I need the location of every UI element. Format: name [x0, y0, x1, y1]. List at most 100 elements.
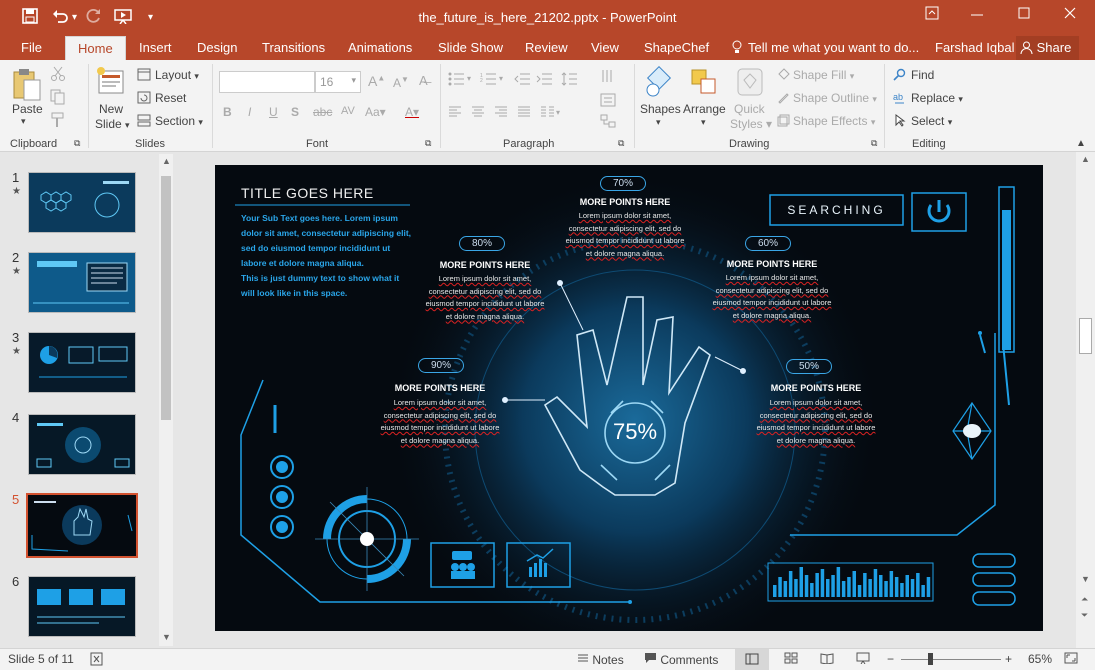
tab-insert[interactable]: Insert: [139, 40, 172, 55]
scroll-thumb[interactable]: [161, 176, 171, 420]
font-size-combobox[interactable]: 16 ▾: [315, 71, 361, 93]
minimize-icon[interactable]: [970, 6, 984, 23]
point-title[interactable]: MORE POINTS HERE: [702, 259, 842, 269]
shapes-label[interactable]: Shapes: [640, 102, 681, 116]
center-percentage[interactable]: 75%: [605, 419, 665, 445]
scroll-up-icon[interactable]: ▲: [162, 156, 171, 166]
fit-to-window-icon[interactable]: [1064, 652, 1078, 667]
slide-thumbnail-3[interactable]: [28, 332, 136, 393]
tab-slide-show[interactable]: Slide Show: [438, 40, 503, 55]
slide-thumbnail-5[interactable]: [26, 493, 138, 558]
zoom-in-icon[interactable]: +: [1005, 652, 1012, 666]
shapes-icon[interactable]: [643, 65, 675, 101]
zoom-out-icon[interactable]: −: [887, 652, 894, 666]
point-title[interactable]: MORE POINTS HERE: [415, 260, 555, 270]
new-slide-icon[interactable]: [96, 66, 126, 101]
svg-text:2: 2: [480, 78, 483, 84]
slide-thumbnail-1[interactable]: [28, 172, 136, 233]
drawing-dialog-launcher-icon[interactable]: ⧉: [871, 138, 877, 149]
equalizer-bar: [894, 577, 899, 597]
layout-button[interactable]: Layout ▾: [155, 68, 199, 82]
close-icon[interactable]: [1063, 6, 1077, 23]
slide-subtext[interactable]: Your Sub Text goes here. Lorem ipsum dol…: [241, 211, 411, 301]
percentage-pill[interactable]: 90%: [418, 358, 464, 373]
tell-me-search[interactable]: Tell me what you want to do...: [748, 40, 919, 55]
new-slide-label-2[interactable]: Slide ▾: [95, 117, 130, 131]
arrange-icon[interactable]: [689, 66, 719, 101]
paste-icon[interactable]: [12, 66, 42, 105]
percentage-pill[interactable]: 60%: [745, 236, 791, 251]
point-body-line: Lorem ipsum dolor sit amet,: [725, 273, 819, 282]
clipboard-dialog-launcher-icon[interactable]: ⧉: [74, 138, 80, 149]
point-title[interactable]: MORE POINTS HERE: [555, 197, 695, 207]
equalizer-bar: [863, 573, 867, 597]
paragraph-dialog-launcher-icon[interactable]: ⧉: [618, 138, 624, 149]
zoom-slider[interactable]: [901, 659, 1001, 660]
arrange-label[interactable]: Arrange: [683, 102, 726, 116]
percentage-pill[interactable]: 50%: [786, 359, 832, 374]
percentage-pill[interactable]: 80%: [459, 236, 505, 251]
point-title[interactable]: MORE POINTS HERE: [370, 383, 510, 393]
zoom-slider-thumb[interactable]: [928, 653, 933, 665]
comments-button[interactable]: Comments: [644, 652, 718, 667]
collapse-ribbon-icon[interactable]: ▲: [1076, 138, 1086, 149]
slide-sorter-icon[interactable]: [784, 652, 798, 667]
equalizer-bar: [910, 579, 915, 597]
point-body-line: Lorem ipsum dolor sit amet,: [438, 274, 532, 283]
tab-animations[interactable]: Animations: [348, 40, 412, 55]
slide-canvas[interactable]: TITLE GOES HERE Your Sub Text goes here.…: [215, 165, 1043, 631]
section-button[interactable]: Section ▾: [155, 114, 203, 128]
tab-transitions[interactable]: Transitions: [262, 40, 325, 55]
thumbnail-scrollbar[interactable]: ▲ ▼: [159, 154, 173, 646]
slide-thumbnail-6[interactable]: [28, 576, 136, 637]
point-title[interactable]: MORE POINTS HERE: [746, 383, 886, 393]
reading-view-icon[interactable]: [820, 652, 834, 667]
ribbon-display-options-icon[interactable]: [925, 6, 939, 23]
slide-thumbnail-2[interactable]: [28, 252, 136, 313]
scroll-thumb[interactable]: [1079, 318, 1092, 354]
shapes-dropdown-icon[interactable]: ▾: [656, 117, 661, 128]
normal-view-button[interactable]: [735, 649, 769, 670]
point-body[interactable]: Lorem ipsum dolor sit amet, consectetur …: [555, 210, 695, 260]
previous-slide-icon[interactable]: ⏶: [1081, 594, 1088, 605]
tab-design[interactable]: Design: [197, 40, 237, 55]
find-button[interactable]: Find: [911, 68, 934, 82]
arrange-dropdown-icon[interactable]: ▾: [701, 117, 706, 128]
point-body-line: et dolore magna aliqua.: [776, 435, 856, 445]
percentage-pill[interactable]: 70%: [600, 176, 646, 191]
slide-scrollbar[interactable]: ▲ ▼ ⏶ ⏷: [1076, 152, 1095, 648]
point-body[interactable]: Lorem ipsum dolor sit amet, consectetur …: [415, 273, 555, 323]
notes-button[interactable]: Notes: [577, 652, 624, 667]
next-slide-icon[interactable]: ⏷: [1081, 610, 1088, 621]
tab-shapechef[interactable]: ShapeChef: [644, 40, 709, 55]
select-button[interactable]: Select ▾: [911, 114, 952, 128]
point-body[interactable]: Lorem ipsum dolor sit amet, consectetur …: [746, 397, 886, 447]
tab-review[interactable]: Review: [525, 40, 568, 55]
slideshow-view-icon[interactable]: [856, 652, 870, 667]
scroll-up-icon[interactable]: ▲: [1081, 154, 1090, 164]
scroll-down-icon[interactable]: ▼: [1081, 574, 1090, 584]
point-body[interactable]: Lorem ipsum dolor sit amet, consectetur …: [370, 397, 510, 447]
paste-label[interactable]: Paste: [12, 102, 43, 116]
tab-view[interactable]: View: [591, 40, 619, 55]
tab-file[interactable]: File: [21, 40, 42, 55]
maximize-icon[interactable]: [1017, 6, 1031, 23]
share-button[interactable]: Share: [1016, 36, 1080, 60]
shape-effects-label: Shape Effects: [793, 114, 868, 128]
replace-button[interactable]: Replace ▾: [911, 91, 963, 105]
slide-title[interactable]: TITLE GOES HERE: [241, 185, 374, 201]
tab-home[interactable]: Home: [65, 36, 126, 60]
scroll-down-icon[interactable]: ▼: [162, 632, 171, 642]
spell-check-icon[interactable]: [90, 652, 106, 669]
new-slide-label[interactable]: New: [99, 102, 123, 116]
searching-label[interactable]: SEARCHING: [770, 203, 903, 217]
point-body[interactable]: Lorem ipsum dolor sit amet, consectetur …: [702, 272, 842, 322]
paste-dropdown-icon[interactable]: ▾: [21, 116, 26, 127]
user-name[interactable]: Farshad Iqbal: [935, 40, 1015, 55]
font-dialog-launcher-icon[interactable]: ⧉: [425, 138, 431, 149]
new-slide-dropdown-icon[interactable]: ▾: [125, 120, 130, 130]
font-name-combobox[interactable]: [219, 71, 315, 93]
zoom-level[interactable]: 65%: [1028, 652, 1052, 666]
slide-thumbnail-4[interactable]: [28, 414, 136, 475]
reset-button[interactable]: Reset: [155, 91, 186, 105]
